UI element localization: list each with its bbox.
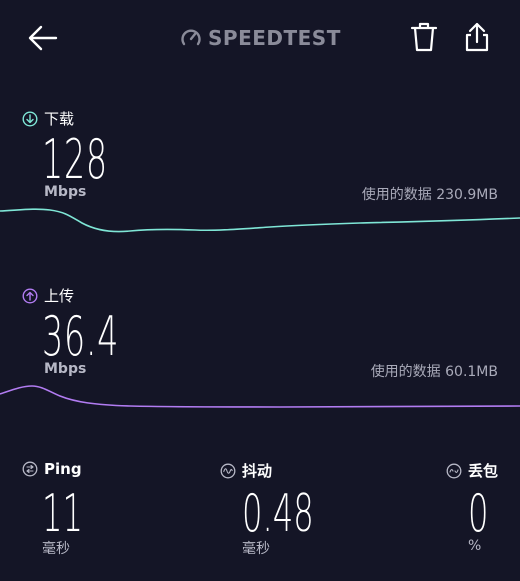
logo-text: SPEEDTEST: [208, 26, 341, 50]
download-graph: [0, 208, 520, 233]
packet-loss-unit: %: [468, 538, 482, 554]
packet-loss-icon: [446, 463, 462, 478]
gauge-icon: [181, 29, 201, 46]
speedtest-logo: SPEEDTEST: [180, 25, 341, 51]
share-icon[interactable]: [462, 20, 492, 54]
upload-header: 上传: [22, 285, 74, 306]
upload-icon: [22, 287, 38, 304]
packet-loss-stat: 丢包: [446, 460, 498, 481]
back-arrow-icon[interactable]: [26, 22, 60, 54]
packet-loss-label: 丢包: [468, 462, 499, 480]
packet-loss-value: 0: [468, 484, 489, 544]
ping-value: 11: [42, 484, 84, 544]
upload-label: 上传: [44, 287, 75, 305]
jitter-stat: 抖动: [220, 460, 272, 481]
jitter-unit: 毫秒: [242, 541, 270, 557]
ping-unit: 毫秒: [42, 541, 70, 557]
top-bar: SPEEDTEST: [0, 0, 520, 76]
ping-stat: Ping: [22, 460, 82, 478]
jitter-icon: [220, 463, 236, 478]
upload-unit: Mbps: [44, 361, 87, 377]
download-icon: [22, 110, 38, 127]
jitter-label: 抖动: [242, 462, 273, 480]
upload-graph: [0, 385, 520, 408]
ping-icon: [22, 461, 38, 477]
jitter-value: 0.48: [242, 484, 314, 544]
ping-label: Ping: [44, 460, 82, 478]
download-label: 下载: [44, 110, 75, 128]
trash-icon[interactable]: [408, 20, 440, 54]
download-header: 下载: [22, 108, 74, 129]
download-value: 128: [42, 128, 108, 191]
upload-value: 36.4: [42, 305, 120, 368]
